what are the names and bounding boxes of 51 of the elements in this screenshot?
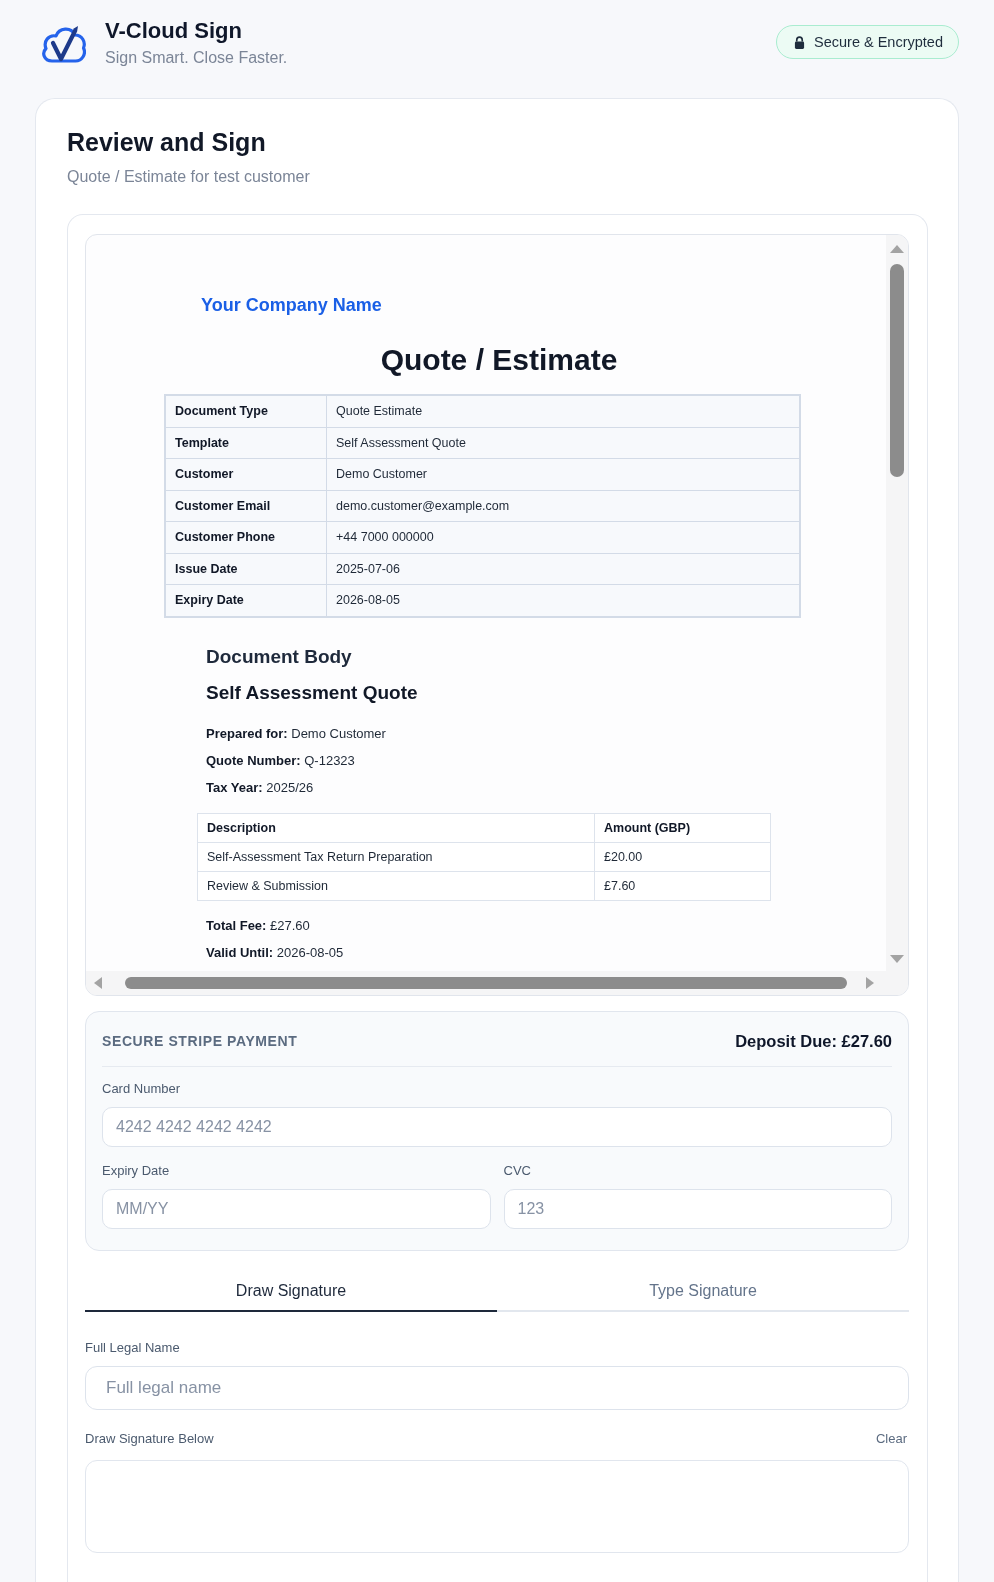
- payment-title: SECURE STRIPE PAYMENT: [102, 1033, 298, 1049]
- signature-tab[interactable]: Draw Signature: [85, 1271, 497, 1312]
- scroll-up-arrow-icon[interactable]: [890, 245, 904, 253]
- quote-total: Total Fee: £27.60: [205, 916, 311, 935]
- quote-detail: Tax Year: 2025/26: [205, 778, 315, 797]
- field-label-cell: Issue Date: [165, 553, 327, 585]
- input-field[interactable]: 4242 4242 4242 4242: [102, 1107, 892, 1147]
- field-label: Expiry Date: [102, 1163, 171, 1179]
- horizontal-scrollbar-thumb[interactable]: [125, 977, 847, 989]
- quote-detail: Prepared for: Demo Customer: [205, 724, 387, 743]
- table-cell: £7.60: [594, 871, 771, 900]
- field-label: Card Number: [102, 1081, 182, 1097]
- signature-tab[interactable]: Type Signature: [497, 1271, 909, 1312]
- input-field[interactable]: Full legal name: [85, 1366, 909, 1410]
- horizontal-scrollbar[interactable]: [86, 971, 908, 995]
- quote-detail: Quote Number: Q-12323: [205, 751, 356, 770]
- app-title: V-Cloud Sign: [105, 17, 243, 45]
- table-cell: Review & Submission: [197, 871, 595, 900]
- app-tagline: Sign Smart. Close Faster.: [105, 48, 289, 68]
- input-field[interactable]: 123: [503, 1189, 892, 1229]
- company-name: Your Company Name: [201, 294, 383, 316]
- lock-icon: [794, 35, 806, 49]
- column-header: Description: [197, 813, 595, 842]
- page-title: Review and Sign: [67, 127, 267, 158]
- document-title: Quote / Estimate: [379, 342, 619, 378]
- deposit-due: Deposit Due: £27.60: [735, 1031, 892, 1051]
- clear-button[interactable]: Clear: [875, 1431, 909, 1447]
- quote-title: Self Assessment Quote: [205, 680, 419, 705]
- table-cell: Self-Assessment Tax Return Preparation: [197, 842, 595, 871]
- section-heading: Document Body: [205, 644, 353, 669]
- field-label-cell: Document Type: [165, 395, 327, 427]
- input-field[interactable]: MM/YY: [102, 1189, 491, 1229]
- column-header: Amount (GBP): [594, 813, 771, 842]
- field-label-cell: Customer Email: [165, 490, 327, 522]
- vertical-scrollbar[interactable]: [886, 235, 908, 971]
- cloud-check-logo-icon: [40, 24, 86, 66]
- badge-label: Secure & Encrypted: [814, 34, 943, 50]
- quote-total: Valid Until: 2026-08-05: [205, 943, 345, 962]
- field-label-cell: Customer Phone: [165, 521, 327, 553]
- scroll-right-arrow-icon[interactable]: [866, 977, 874, 989]
- field-label: CVC: [503, 1163, 532, 1179]
- page-subtitle: Quote / Estimate for test customer: [67, 167, 311, 187]
- table-cell: £20.00: [594, 842, 771, 871]
- field-label: Full Legal Name: [85, 1340, 181, 1356]
- scroll-down-arrow-icon[interactable]: [890, 955, 904, 963]
- vertical-scrollbar-thumb[interactable]: [890, 264, 904, 477]
- field-label-cell: Customer: [165, 458, 327, 490]
- scroll-left-arrow-icon[interactable]: [94, 977, 102, 989]
- signature-pad[interactable]: [85, 1460, 909, 1553]
- field-label-cell: Template: [165, 427, 327, 459]
- field-label: Draw Signature Below: [85, 1431, 214, 1447]
